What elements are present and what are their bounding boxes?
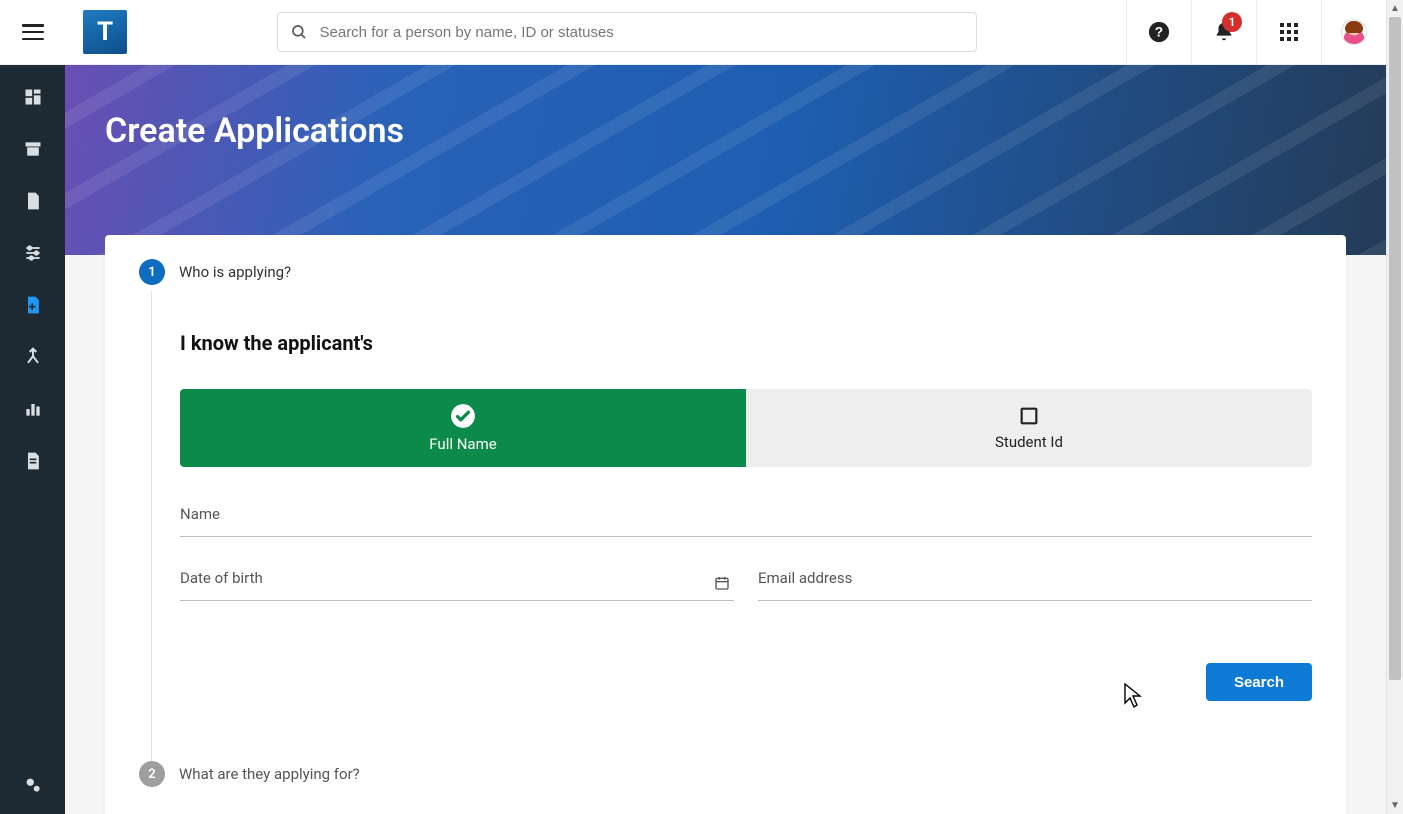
global-search[interactable]: [277, 12, 977, 52]
document-icon: [23, 191, 43, 211]
help-button[interactable]: ?: [1126, 0, 1191, 65]
topbar: T ? 1: [0, 0, 1386, 65]
rail-create-application[interactable]: [14, 291, 52, 319]
step-1-number: 1: [139, 259, 165, 285]
toggle-full-name[interactable]: Full Name: [180, 389, 746, 467]
step-1-header: 1 Who is applying?: [139, 259, 1312, 285]
document-lines-icon: [23, 451, 43, 471]
dob-input[interactable]: [180, 571, 734, 601]
name-field-wrapper: Name: [180, 507, 1312, 537]
checkbox-empty-icon: [1018, 405, 1040, 427]
search-button[interactable]: Search: [1206, 663, 1312, 701]
rail-document-alt[interactable]: [14, 447, 52, 475]
archive-icon: [23, 139, 43, 159]
bar-chart-icon: [23, 399, 43, 419]
global-search-input[interactable]: [320, 24, 964, 41]
app-logo[interactable]: T: [83, 10, 127, 54]
toggle-student-id-label: Student Id: [995, 433, 1063, 451]
profile-button[interactable]: [1321, 0, 1386, 65]
main-content: Create Applications 1 Who is applying? I…: [65, 65, 1386, 814]
name-input[interactable]: [180, 507, 1312, 537]
rail-settings[interactable]: [0, 774, 65, 796]
scroll-down-arrow[interactable]: ▼: [1387, 797, 1403, 814]
apps-grid-icon: [1280, 23, 1298, 41]
email-input[interactable]: [758, 571, 1312, 601]
page-banner: Create Applications: [65, 65, 1386, 255]
page-title: Create Applications: [65, 65, 1386, 151]
scroll-up-arrow[interactable]: ▲: [1387, 0, 1403, 17]
dob-field-wrapper: Date of birth: [180, 571, 734, 601]
search-icon: [290, 23, 308, 41]
dashboard-icon: [23, 87, 43, 107]
rail-reports[interactable]: [14, 395, 52, 423]
wizard-card: 1 Who is applying? I know the applicant'…: [105, 235, 1346, 814]
step-1-label: Who is applying?: [179, 263, 291, 281]
check-circle-icon: [450, 403, 476, 429]
help-icon: ?: [1148, 21, 1170, 43]
step-2-label: What are they applying for?: [179, 765, 360, 783]
email-field-wrapper: Email address: [758, 571, 1312, 601]
file-plus-icon: [23, 295, 43, 315]
notification-badge: 1: [1222, 12, 1242, 32]
rail-dashboard[interactable]: [14, 83, 52, 111]
step-2-number: 2: [139, 761, 165, 787]
toggle-student-id[interactable]: Student Id: [746, 389, 1312, 467]
window-scrollbar[interactable]: ▲ ▼: [1386, 0, 1403, 814]
identify-by-toggle: Full Name Student Id: [180, 389, 1312, 467]
step-2-header: 2 What are they applying for?: [139, 761, 1312, 787]
rail-merge[interactable]: [14, 343, 52, 371]
rail-archive[interactable]: [14, 135, 52, 163]
merge-icon: [23, 347, 43, 367]
rail-document[interactable]: [14, 187, 52, 215]
gears-icon: [22, 774, 44, 796]
rail-settings-sliders[interactable]: [14, 239, 52, 267]
calendar-icon[interactable]: [714, 575, 730, 591]
left-rail: [0, 65, 65, 814]
app-logo-letter: T: [97, 17, 113, 47]
scroll-thumb[interactable]: [1389, 17, 1401, 680]
notifications-button[interactable]: 1: [1191, 0, 1256, 65]
svg-text:?: ?: [1155, 25, 1163, 40]
apps-button[interactable]: [1256, 0, 1321, 65]
toggle-full-name-label: Full Name: [429, 435, 496, 453]
sliders-icon: [23, 243, 43, 263]
menu-toggle[interactable]: [22, 24, 44, 40]
section-heading: I know the applicant's: [180, 331, 1312, 355]
avatar-icon: [1341, 19, 1367, 45]
